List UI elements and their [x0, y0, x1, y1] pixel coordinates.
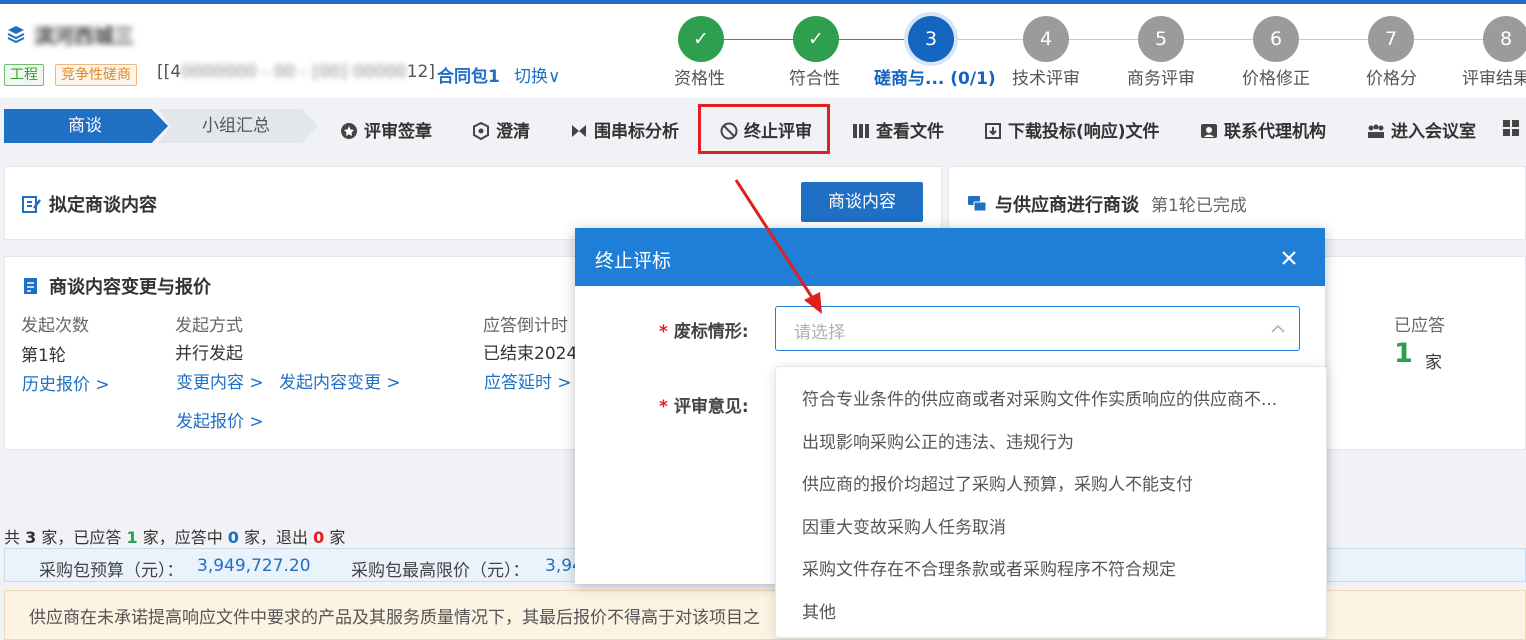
- history-quote-link[interactable]: 历史报价 >: [22, 370, 110, 395]
- layers-icon: [7, 26, 25, 44]
- edit-icon: [22, 196, 41, 213]
- launch-count-label: 发起次数: [21, 316, 89, 336]
- dropdown-option[interactable]: 供应商的报价均超过了采购人预算，采购人不能支付: [802, 470, 1302, 495]
- contact-agency-button[interactable]: 联系代理机构: [1200, 117, 1326, 142]
- shield-icon: [473, 122, 489, 140]
- step-4-circle[interactable]: 4: [1023, 16, 1069, 62]
- step-3-circle[interactable]: 3: [908, 16, 954, 62]
- step-8-circle[interactable]: 8: [1483, 16, 1526, 62]
- view-files-button[interactable]: 查看文件: [852, 117, 944, 142]
- answered-unit: 家: [1425, 353, 1442, 373]
- contract-package: 合同包1: [437, 67, 500, 87]
- step-6-circle[interactable]: 6: [1253, 16, 1299, 62]
- seal-icon: [341, 123, 357, 139]
- step-1-circle[interactable]: ✓: [678, 16, 724, 62]
- step-5-circle[interactable]: 5: [1138, 16, 1184, 62]
- step-7-circle[interactable]: 7: [1368, 16, 1414, 62]
- download-icon: [985, 123, 1001, 139]
- switch-package-link[interactable]: 切换∨: [514, 62, 560, 87]
- step-connector: [724, 39, 794, 40]
- bid-rigging-analysis-button[interactable]: 围串标分析: [570, 117, 679, 142]
- step-connector: [954, 39, 1024, 40]
- step-connector: [1069, 39, 1139, 40]
- files-icon: [853, 124, 869, 138]
- content-change-title: 商谈内容变更与报价: [21, 273, 211, 299]
- project-header: 滨河西城三 工程 竞争性磋商 [[40000000 - 00 - [00] 00…: [0, 4, 1526, 98]
- countdown-label: 应答倒计时: [483, 316, 568, 336]
- notice-text: 供应商在未承诺提高响应文件中要求的产品及其服务质量情况下，其最后报价不得高于对该…: [29, 608, 760, 628]
- step-connector: [1184, 39, 1254, 40]
- step-4-label[interactable]: 技术评审: [1012, 64, 1080, 89]
- budget-label: 采购包预算（元）：: [39, 561, 184, 581]
- clarify-button[interactable]: 澄清: [472, 117, 530, 142]
- round-status: 第1轮已完成: [1151, 196, 1247, 216]
- close-icon[interactable]: [1279, 248, 1299, 268]
- countdown-value: 已结束2024: [483, 344, 578, 364]
- step-6-label[interactable]: 价格修正: [1242, 64, 1310, 89]
- tab-negotiation[interactable]: 商谈: [4, 109, 168, 143]
- launch-method-value: 并行发起: [175, 344, 243, 364]
- budget-value: 3,949,727.20: [197, 556, 311, 576]
- launch-count-value: 第1轮: [21, 346, 66, 366]
- tag-competitive: 竞争性磋商: [55, 64, 137, 86]
- answered-label: 已应答: [1394, 316, 1445, 336]
- tag-engineering: 工程: [4, 64, 44, 86]
- dialog-header: 终止评标: [575, 228, 1325, 286]
- dropdown-option[interactable]: 符合专业条件的供应商或者对采购文件作实质响应的供应商不...: [802, 385, 1302, 410]
- answered-count: 1: [1394, 338, 1413, 369]
- select-placeholder: 请选择: [794, 323, 845, 343]
- step-5-label[interactable]: 商务评审: [1127, 64, 1195, 89]
- negotiation-content-button[interactable]: 商谈内容: [801, 182, 923, 222]
- chat-icon: [968, 196, 987, 212]
- annotation-highlight-box: [698, 104, 830, 154]
- step-2-circle[interactable]: ✓: [793, 16, 839, 62]
- project-name: 滨河西城三: [34, 24, 134, 48]
- step-3-label[interactable]: 磋商与... (0/1): [874, 64, 996, 89]
- max-price-label: 采购包最高限价（元）：: [351, 561, 530, 581]
- draft-content-title: 拟定商谈内容: [21, 191, 157, 217]
- dropdown-option[interactable]: 因重大变故采购人任务取消: [802, 513, 1302, 538]
- step-1-label[interactable]: 资格性: [674, 64, 725, 89]
- invalid-bid-situation-select[interactable]: 请选择: [775, 306, 1300, 351]
- project-code: [[40000000 - 00 - [00] 0000012]: [157, 62, 435, 82]
- step-connector: [1299, 39, 1369, 40]
- enter-meeting-room-button[interactable]: 进入会议室: [1367, 117, 1476, 142]
- dialog-title: 终止评标: [595, 250, 672, 272]
- step-8-label[interactable]: 评审结果: [1462, 64, 1526, 89]
- negotiate-suppliers-title: 与供应商进行商谈 第1轮已完成: [967, 191, 1247, 217]
- document-icon: [24, 278, 37, 294]
- supplier-summary: 共 3 家，已应答 1 家，应答中 0 家，退出 0 家: [4, 528, 346, 547]
- dropdown-option[interactable]: 其他: [802, 598, 1302, 623]
- tab-group-summary[interactable]: 小组汇总: [158, 109, 318, 143]
- step-connector: [839, 39, 909, 40]
- review-sign-button[interactable]: 评审签章: [340, 117, 432, 142]
- launch-quote-link[interactable]: 发起报价 >: [176, 407, 264, 432]
- review-opinion-label: * 评审意见:: [659, 397, 749, 417]
- more-grid-icon[interactable]: [1502, 119, 1520, 137]
- change-content-link[interactable]: 变更内容 >: [176, 368, 264, 393]
- step-2-label[interactable]: 符合性: [789, 64, 840, 89]
- launch-content-change-link[interactable]: 发起内容变更 >: [279, 368, 401, 393]
- dropdown-option[interactable]: 采购文件存在不合理条款或者采购程序不符合规定: [802, 555, 1302, 580]
- contact-icon: [1201, 124, 1217, 138]
- invalid-bid-situation-label: * 废标情形:: [659, 322, 749, 342]
- dropdown-option[interactable]: 出现影响采购公正的违法、违规行为: [802, 428, 1302, 453]
- step-connector: [1414, 39, 1484, 40]
- launch-method-label: 发起方式: [175, 316, 243, 336]
- chevron-up-icon: [1271, 324, 1285, 333]
- bowtie-icon: [572, 125, 586, 137]
- download-bid-files-button[interactable]: 下载投标(响应)文件: [984, 117, 1160, 142]
- extend-response-link[interactable]: 应答延时 >: [484, 368, 572, 393]
- meeting-icon: [1368, 124, 1384, 138]
- situation-dropdown: 符合专业条件的供应商或者对采购文件作实质响应的供应商不... 出现影响采购公正的…: [775, 366, 1327, 638]
- step-7-label[interactable]: 价格分: [1366, 64, 1417, 89]
